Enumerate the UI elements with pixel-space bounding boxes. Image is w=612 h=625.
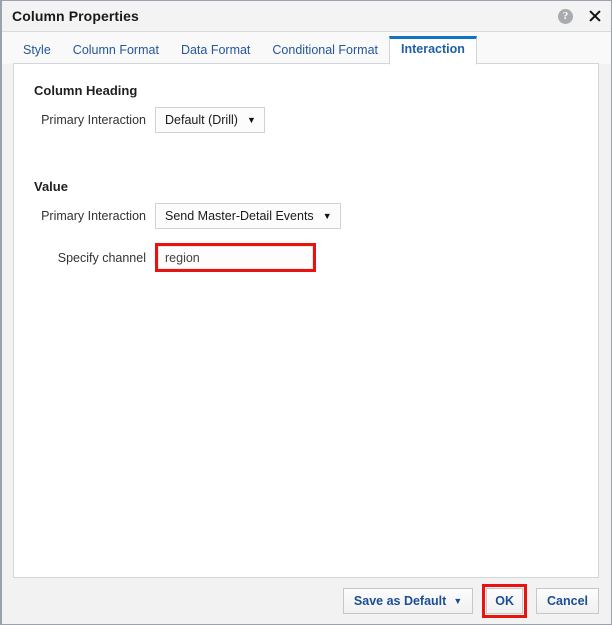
field-row-value-primary-interaction: Primary Interaction Send Master-Detail E… xyxy=(14,203,598,229)
ok-button-highlight: OK xyxy=(482,584,527,618)
titlebar-actions: ? xyxy=(558,1,603,31)
select-column-heading-primary-interaction[interactable]: Default (Drill) ▼ xyxy=(155,107,265,133)
section-heading-column-heading: Column Heading xyxy=(34,83,138,98)
ok-button-label: OK xyxy=(495,594,514,608)
select-value-value-primary-interaction: Send Master-Detail Events xyxy=(165,209,314,223)
dialog-footer: Save as Default ▼ OK Cancel xyxy=(2,578,611,624)
column-properties-dialog: Column Properties ? Style Column Format … xyxy=(0,0,612,625)
close-icon[interactable] xyxy=(587,8,603,24)
help-circle-icon[interactable]: ? xyxy=(558,8,573,24)
chevron-down-icon: ▼ xyxy=(322,210,332,221)
content-wrapper: Column Heading Primary Interaction Defau… xyxy=(2,63,611,578)
tab-strip: Style Column Format Data Format Conditio… xyxy=(2,32,611,65)
save-as-default-button[interactable]: Save as Default ▼ xyxy=(342,588,474,614)
specify-channel-input[interactable] xyxy=(158,246,313,269)
cancel-button[interactable]: Cancel xyxy=(536,588,599,614)
chevron-down-icon: ▼ xyxy=(246,114,256,125)
section-heading-value: Value xyxy=(34,179,68,194)
tab-conditional-format[interactable]: Conditional Format xyxy=(261,38,389,65)
dialog-titlebar: Column Properties ? xyxy=(2,1,611,32)
label-value-primary-interaction: Primary Interaction xyxy=(41,209,146,223)
tab-column-format[interactable]: Column Format xyxy=(62,38,170,65)
tab-data-format[interactable]: Data Format xyxy=(170,38,261,65)
interaction-panel: Column Heading Primary Interaction Defau… xyxy=(13,63,599,578)
label-specify-channel: Specify channel xyxy=(57,250,146,265)
select-value-column-heading-primary-interaction: Default (Drill) xyxy=(165,113,238,127)
tab-style[interactable]: Style xyxy=(12,38,62,65)
field-row-column-heading-primary-interaction: Primary Interaction Default (Drill) ▼ xyxy=(14,107,598,133)
field-row-specify-channel: Specify channel xyxy=(14,243,598,272)
tab-interaction[interactable]: Interaction xyxy=(389,36,477,65)
label-column-heading-primary-interaction: Primary Interaction xyxy=(41,113,146,127)
ok-button[interactable]: OK xyxy=(486,588,523,614)
select-value-primary-interaction[interactable]: Send Master-Detail Events ▼ xyxy=(155,203,341,229)
cancel-button-label: Cancel xyxy=(547,594,588,608)
dialog-title: Column Properties xyxy=(12,8,139,24)
save-as-default-label: Save as Default xyxy=(353,594,447,608)
specify-channel-highlight xyxy=(155,243,316,272)
chevron-down-icon: ▼ xyxy=(453,595,463,606)
